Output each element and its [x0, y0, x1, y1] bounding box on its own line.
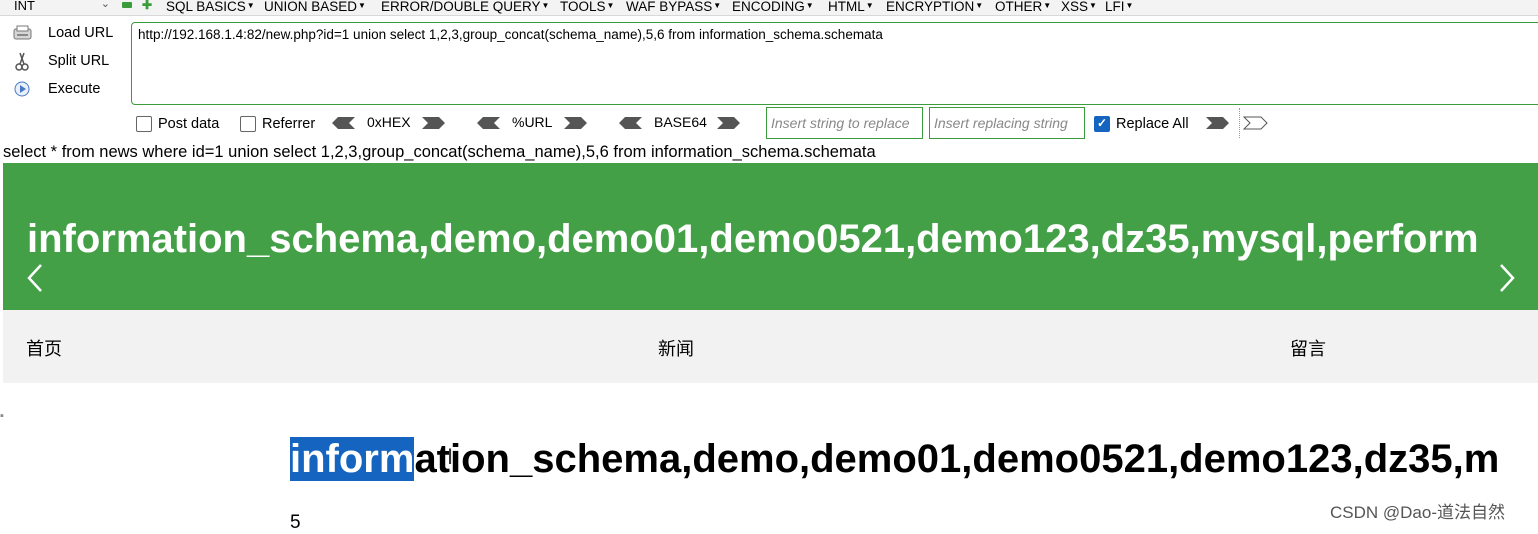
- menu-encoding[interactable]: ENCODING▼: [732, 0, 814, 15]
- chevron-left-icon: [27, 264, 42, 292]
- url-encode-button[interactable]: [563, 114, 589, 132]
- arrow-left-icon: [332, 117, 355, 129]
- url-textarea[interactable]: http://192.168.1.4:82/new.php?id=1 union…: [131, 22, 1538, 105]
- insert-replacing-input[interactable]: Insert replacing string: [929, 107, 1085, 139]
- arrow-right-icon: [717, 117, 740, 129]
- dropdown-arrow-icon: ▼: [975, 1, 984, 10]
- menu-sql-basics[interactable]: SQL BASICS▼: [166, 0, 255, 15]
- banner-text: information_schema,demo,demo01,demo0521,…: [27, 217, 1479, 261]
- referrer-checkbox[interactable]: [240, 116, 256, 132]
- menu-label: OTHER: [995, 0, 1043, 14]
- hex-label: 0xHEX: [367, 114, 411, 130]
- scissors-icon: [12, 52, 34, 71]
- nav-home[interactable]: 首页: [26, 338, 62, 360]
- nav-messages[interactable]: 留言: [1290, 338, 1326, 360]
- dropdown-arrow-icon: ▼: [358, 1, 366, 10]
- menu-label: SQL BASICS: [166, 0, 246, 14]
- dropdown-arrow-icon: ▼: [1125, 1, 1134, 10]
- arrow-right-icon: [564, 117, 587, 129]
- menu-other[interactable]: OTHER▼: [995, 0, 1051, 15]
- insert-string-input[interactable]: Insert string to replace: [766, 107, 923, 139]
- dropdown-arrow-icon: ▼: [713, 1, 722, 10]
- menu-encryption[interactable]: ENCRYPTION▼: [886, 0, 983, 15]
- menu-xss[interactable]: XSS▼: [1061, 0, 1097, 15]
- sql-query-text: select * from news where id=1 union sele…: [3, 143, 876, 161]
- carousel-prev-button[interactable]: [21, 263, 49, 293]
- post-data-checkbox[interactable]: [136, 116, 152, 132]
- type-select-value: INT: [14, 0, 35, 13]
- menu-tools[interactable]: TOOLS▼: [560, 0, 614, 15]
- nav-news[interactable]: 新闻: [658, 338, 694, 360]
- article-title: information_schema,demo,demo01,demo0521,…: [290, 434, 1499, 484]
- menu-waf-bypass[interactable]: WAF BYPASS▼: [626, 0, 721, 15]
- arrow-left-icon: [477, 117, 500, 129]
- menu-lfi[interactable]: LFI▼: [1105, 0, 1133, 15]
- title-rest: ation_schema,demo,demo01,demo0521,demo12…: [414, 437, 1500, 481]
- dropdown-arrow-icon: ▼: [1089, 1, 1097, 10]
- load-url-label: Load URL: [48, 25, 114, 41]
- dropdown-arrow-icon: ▼: [246, 1, 255, 10]
- replace-next-button[interactable]: [1242, 114, 1269, 132]
- arrow-right-icon: [1206, 117, 1229, 129]
- banner: information_schema,demo,demo01,demo0521,…: [3, 163, 1538, 310]
- arrow-right-outline-icon: [1242, 116, 1268, 130]
- execute-label: Execute: [48, 81, 101, 97]
- replace-all-checkbox[interactable]: [1094, 116, 1110, 132]
- replace-button[interactable]: [1205, 114, 1231, 132]
- selected-text: inform: [290, 437, 415, 481]
- load-url-button[interactable]: Load URL: [12, 22, 113, 44]
- dropdown-arrow-icon: ▼: [805, 1, 814, 10]
- text-cursor-icon: I: [447, 444, 454, 469]
- base64-label: BASE64: [654, 114, 707, 130]
- split-url-button[interactable]: Split URL: [12, 50, 109, 72]
- replace-all-label: Replace All: [1116, 116, 1189, 132]
- menu-label: UNION BASED: [264, 0, 358, 14]
- edge-mark: ▪: [0, 410, 4, 422]
- execute-button[interactable]: Execute: [12, 78, 100, 100]
- divider: [1239, 108, 1240, 138]
- type-select[interactable]: INT ⌄: [4, 0, 112, 14]
- menu-label: TOOLS: [560, 0, 606, 14]
- menu-error-double-query[interactable]: ERROR/DOUBLE QUERY▼: [381, 0, 549, 15]
- dropdown-arrow-icon: ▼: [865, 1, 874, 10]
- dropdown-arrow-icon: ▼: [606, 1, 615, 10]
- dropdown-arrow-icon: ▼: [541, 1, 550, 10]
- base64-encode-button[interactable]: [716, 114, 742, 132]
- chevron-right-icon: [1500, 264, 1515, 292]
- menu-label: HTML: [828, 0, 865, 14]
- base64-decode-button[interactable]: [617, 114, 643, 132]
- dropdown-arrow-icon: ▼: [1043, 1, 1052, 10]
- arrow-left-icon: [619, 117, 642, 129]
- menu-html[interactable]: HTML▼: [828, 0, 874, 15]
- watermark: CSDN @Dao-道法自然: [1330, 503, 1505, 522]
- site-nav: 首页 新闻 留言: [3, 310, 1538, 383]
- hex-encode-button[interactable]: [421, 114, 447, 132]
- menu-label: ERROR/DOUBLE QUERY: [381, 0, 541, 14]
- menu-label: LFI: [1105, 0, 1125, 14]
- url-decode-button[interactable]: [475, 114, 501, 132]
- split-url-label: Split URL: [48, 53, 110, 69]
- post-data-label: Post data: [158, 116, 220, 132]
- arrow-right-icon: [422, 117, 445, 129]
- play-icon: [12, 80, 34, 98]
- menu-label: XSS: [1061, 0, 1089, 14]
- load-url-icon: [12, 24, 34, 42]
- plus-icon[interactable]: ✚: [142, 0, 152, 11]
- menu-label: WAF BYPASS: [626, 0, 713, 14]
- hex-decode-button[interactable]: [330, 114, 356, 132]
- menu-label: ENCODING: [732, 0, 805, 14]
- chevron-down-icon: ⌄: [100, 0, 110, 10]
- article-number: 5: [290, 512, 301, 533]
- minus-icon[interactable]: [122, 2, 132, 8]
- carousel-next-button[interactable]: [1493, 263, 1521, 293]
- menu-union-based[interactable]: UNION BASED▼: [264, 0, 366, 15]
- menu-label: ENCRYPTION: [886, 0, 975, 14]
- referrer-label: Referrer: [262, 116, 316, 132]
- url-enc-label: %URL: [512, 114, 553, 130]
